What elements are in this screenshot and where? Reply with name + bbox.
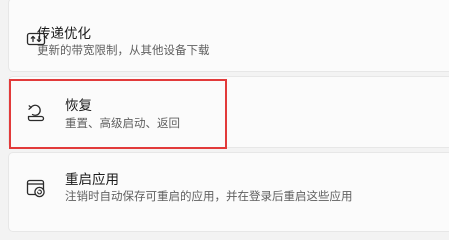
item-description: 重置、高级启动、返回: [65, 116, 180, 130]
item-description: 注销时自动保存可重启的应用，并在登录后重启这些应用: [65, 189, 353, 203]
item-title: 重启应用: [65, 172, 119, 188]
recovery-icon: [25, 102, 47, 124]
restart-apps-icon: [25, 177, 47, 199]
item-title: 传递优化: [37, 26, 91, 42]
settings-item-recovery[interactable]: 恢复 重置、高级启动、返回: [8, 76, 449, 148]
settings-page: 传递优化 更新的带宽限制，从其他设备下载 恢复 重置、高级启动、返回 重启应用 …: [0, 0, 449, 232]
item-description: 更新的带宽限制，从其他设备下载: [37, 43, 210, 57]
settings-item-restart-apps[interactable]: 重启应用 注销时自动保存可重启的应用，并在登录后重启这些应用: [8, 152, 449, 232]
item-title: 恢复: [65, 98, 92, 114]
settings-item-delivery-optimization[interactable]: 传递优化 更新的带宽限制，从其他设备下载: [8, 0, 449, 72]
